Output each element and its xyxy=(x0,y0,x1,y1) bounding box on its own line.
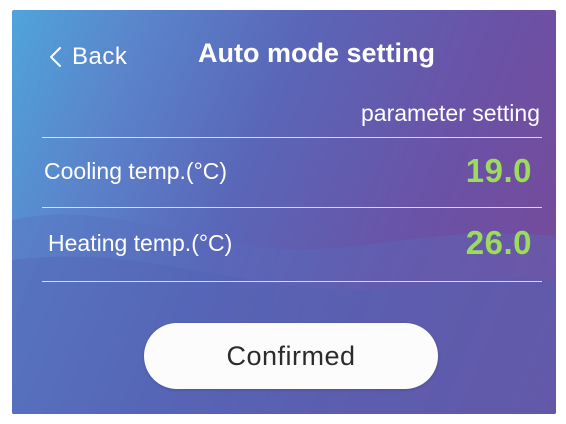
param-row-heating: Heating temp.(°C) 26.0 xyxy=(12,212,556,278)
confirm-button[interactable]: Confirmed xyxy=(144,323,438,389)
heating-temp-label: Heating temp.(°C) xyxy=(48,230,233,256)
back-label: Back xyxy=(72,43,128,70)
divider xyxy=(42,281,542,282)
chevron-left-icon xyxy=(50,47,61,67)
cooling-temp-label: Cooling temp.(°C) xyxy=(44,158,228,184)
back-button[interactable]: Back xyxy=(46,40,127,74)
auto-mode-setting-screen: Back Auto mode setting parameter setting… xyxy=(12,10,556,414)
divider xyxy=(42,137,542,138)
divider xyxy=(42,207,542,208)
header-bar: Back Auto mode setting xyxy=(12,10,556,100)
heating-temp-value[interactable]: 26.0 xyxy=(466,224,532,262)
param-row-cooling: Cooling temp.(°C) 19.0 xyxy=(12,140,556,206)
cooling-temp-value[interactable]: 19.0 xyxy=(466,152,532,190)
page-title: Auto mode setting xyxy=(198,38,435,68)
section-header: parameter setting xyxy=(361,100,540,126)
